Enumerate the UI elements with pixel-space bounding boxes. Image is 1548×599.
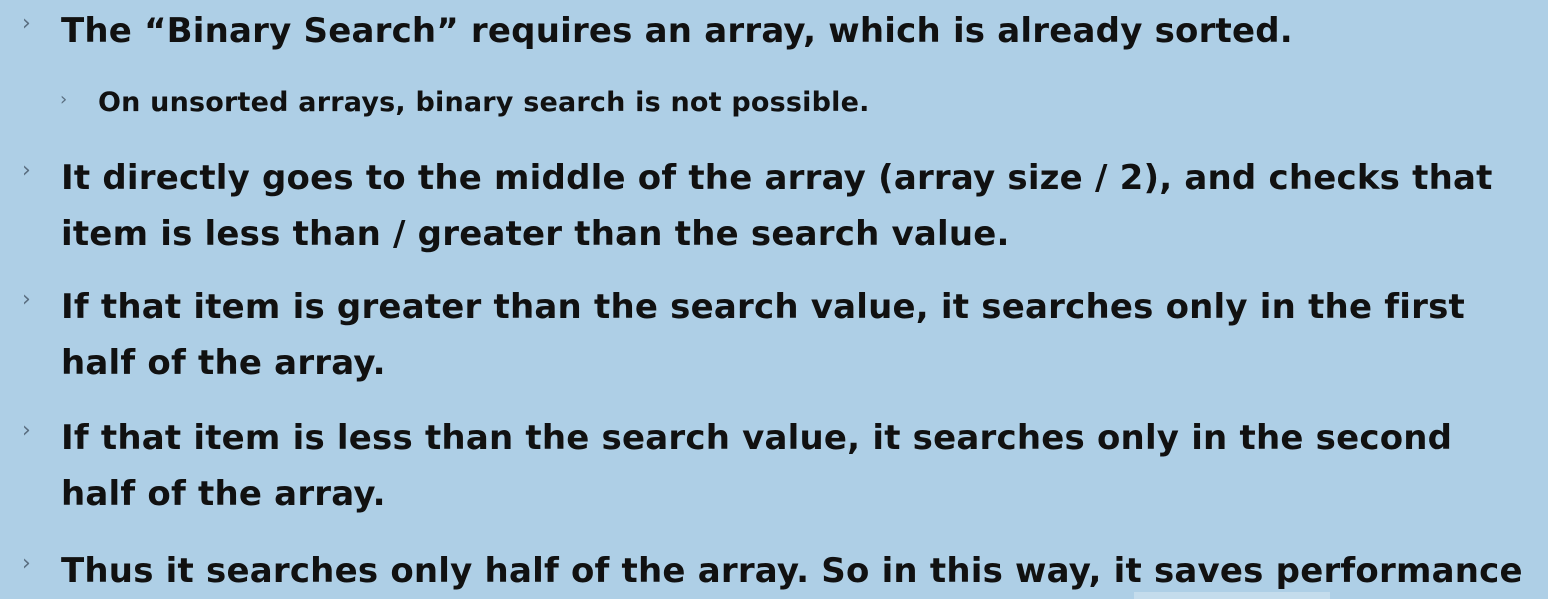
- bullet-chevron-icon: ›: [22, 11, 31, 36]
- bullet-text-line: If that item is less than the search val…: [61, 418, 1453, 458]
- bullet-chevron-icon: ›: [22, 158, 31, 183]
- slide: › The “Binary Search” requires an array,…: [0, 0, 1548, 599]
- bullet-text-line: If that item is greater than the search …: [61, 287, 1465, 327]
- bullet-text-line: item is less than / greater than the sea…: [61, 214, 1010, 254]
- bullet-text-line: half of the array.: [61, 343, 386, 383]
- bullet-chevron-icon: ›: [22, 287, 31, 312]
- bullet-text-line: The “Binary Search” requires an array, w…: [61, 11, 1293, 51]
- bullet-text-line: It directly goes to the middle of the ar…: [61, 158, 1493, 198]
- bullet-text-line: half of the array.: [61, 474, 386, 514]
- bullet-text-line: On unsorted arrays, binary search is not…: [98, 87, 870, 118]
- bullet-chevron-icon: ›: [22, 551, 31, 576]
- bullet-text-line: Thus it searches only half of the array.…: [61, 551, 1523, 591]
- scroll-edge-bar: [1134, 592, 1330, 599]
- bullet-chevron-icon: ›: [22, 418, 31, 443]
- bullet-chevron-icon: ›: [60, 89, 68, 110]
